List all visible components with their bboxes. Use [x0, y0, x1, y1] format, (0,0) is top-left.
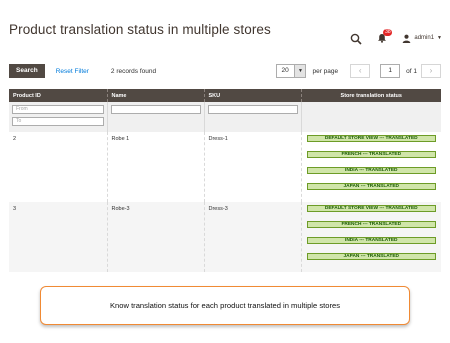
pager: 20 ▼ per page ‹ 1 of 1 ›: [276, 63, 441, 79]
translation-status-cell: DEFAULT STORE VIEW --- TRANSLATED FRENCH…: [300, 202, 441, 272]
sku-filter-input[interactable]: [207, 105, 298, 114]
page-number-input[interactable]: 1: [380, 64, 401, 78]
user-menu[interactable]: admin1 ▼: [402, 34, 442, 43]
product-sku-cell: Dress-3: [203, 202, 301, 272]
status-badge: INDIA --- TRANSLATED: [306, 237, 436, 244]
per-page-label: per page: [312, 67, 339, 75]
search-button[interactable]: Search: [9, 64, 45, 78]
status-badge: FRENCH --- TRANSLATED: [306, 151, 436, 158]
column-header-sku[interactable]: SKU: [203, 89, 301, 102]
product-sku-cell: Dress-1: [203, 132, 301, 202]
table-row[interactable]: 2 Robe 1 Dress-1 DEFAULT STORE VIEW --- …: [9, 132, 441, 202]
chevron-down-icon: ▼: [294, 65, 306, 77]
notification-count-badge: 38: [383, 29, 393, 36]
callout-box: Know translation status for each product…: [40, 286, 410, 325]
status-badge: DEFAULT STORE VIEW --- TRANSLATED: [306, 205, 436, 212]
product-id-to-input[interactable]: To: [12, 117, 104, 126]
per-page-value: 20: [281, 67, 289, 74]
filter-cell-name: [106, 102, 204, 132]
reset-filter-link[interactable]: Reset Filter: [56, 68, 89, 75]
filter-row: From To: [9, 102, 441, 132]
search-icon[interactable]: [350, 32, 362, 45]
chevron-down-icon: ▼: [437, 35, 442, 41]
product-id-cell: 2: [9, 132, 107, 202]
page-title: Product translation status in multiple s…: [9, 22, 271, 37]
filter-cell-status: [300, 102, 441, 132]
filter-cell-sku: [203, 102, 301, 132]
header-actions: 38 admin1 ▼: [350, 29, 442, 45]
product-name-cell: Robe 1: [106, 132, 204, 202]
user-name: admin1: [414, 35, 435, 41]
callout-text: Know translation status for each product…: [109, 301, 341, 310]
column-header-product-id[interactable]: Product ID: [9, 89, 107, 102]
per-page-select[interactable]: 20 ▼: [276, 64, 307, 78]
user-icon: [403, 34, 411, 43]
column-header-name[interactable]: Name: [106, 89, 204, 102]
translation-status-cell: DEFAULT STORE VIEW --- TRANSLATED FRENCH…: [300, 132, 441, 202]
notifications-button[interactable]: 38: [376, 29, 393, 44]
previous-page-button[interactable]: ‹: [350, 64, 371, 78]
product-id-cell: 3: [9, 202, 107, 272]
grid-toolbar: Search Reset Filter 2 records found 20 ▼…: [9, 63, 441, 79]
status-badge: JAPAN --- TRANSLATED: [306, 253, 436, 260]
product-id-from-input[interactable]: From: [12, 105, 104, 114]
table-row[interactable]: 3 Robe-3 Dress-3 DEFAULT STORE VIEW --- …: [9, 202, 441, 272]
next-page-button[interactable]: ›: [421, 64, 441, 78]
name-filter-input[interactable]: [110, 105, 201, 114]
product-name-cell: Robe-3: [106, 202, 204, 272]
filter-cell-product-id: From To: [9, 102, 107, 132]
status-badge: JAPAN --- TRANSLATED: [306, 183, 436, 190]
status-badge: FRENCH --- TRANSLATED: [306, 221, 436, 228]
column-header-store-translation-status[interactable]: Store translation status: [300, 89, 441, 102]
status-badge: INDIA --- TRANSLATED: [306, 167, 436, 174]
status-badge: DEFAULT STORE VIEW --- TRANSLATED: [306, 135, 436, 142]
records-count: 2 records found: [110, 67, 157, 75]
total-pages-label: of 1: [406, 67, 417, 75]
products-grid: Product ID Name SKU Store translation st…: [9, 89, 441, 272]
